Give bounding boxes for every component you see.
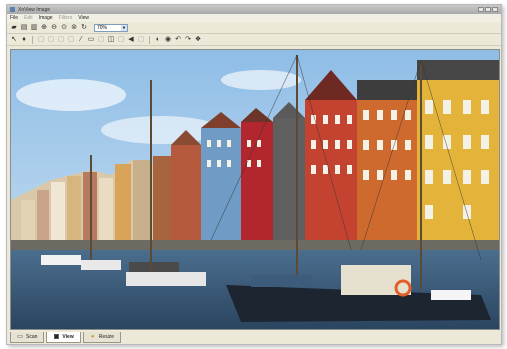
- tool-icon-a[interactable]: ▢: [37, 36, 45, 44]
- effects-icon[interactable]: ❖: [194, 36, 202, 44]
- close-button[interactable]: [492, 7, 498, 12]
- menu-view[interactable]: View: [78, 15, 89, 21]
- zoom-actual-icon[interactable]: ⊚: [70, 24, 78, 32]
- harbor-photo: [11, 50, 499, 329]
- tool-icon-b[interactable]: ▢: [47, 36, 55, 44]
- rotate-icon[interactable]: ↻: [80, 24, 88, 32]
- main-toolbar: ▰ ▤ ▥ ⊕ ⊖ ⊙ ⊚ ↻ 70% ▼: [7, 22, 501, 34]
- pin-icon[interactable]: ♦: [20, 36, 28, 44]
- menu-edit[interactable]: Edit: [24, 15, 33, 21]
- line-icon[interactable]: ⁄: [77, 36, 85, 44]
- text-icon[interactable]: ◫: [107, 36, 115, 44]
- toolbar-separator: [32, 35, 33, 44]
- open-icon[interactable]: ▰: [10, 24, 18, 32]
- tools-toolbar: ↖ ♦ ▢ ▢ ▢ ▢ ⁄ ▭ ▢ ◫ ▢ ◀ ▢ ◐ ◉ ↶ ↷ ❖: [7, 34, 501, 46]
- zoom-fit-icon[interactable]: ⊙: [60, 24, 68, 32]
- tab-label: Scan: [26, 334, 38, 340]
- minimize-button[interactable]: [478, 7, 484, 12]
- tool-icon-f[interactable]: ▢: [117, 36, 125, 44]
- pointer-icon[interactable]: ↖: [10, 36, 18, 44]
- redo-icon[interactable]: ↷: [184, 36, 192, 44]
- zoom-out-icon[interactable]: ⊖: [50, 24, 58, 32]
- scan-icon: ▭: [17, 334, 23, 340]
- crop-icon[interactable]: ▭: [87, 36, 95, 44]
- arrow-left-icon[interactable]: ◀: [127, 36, 135, 44]
- menu-file[interactable]: File: [10, 15, 18, 21]
- zoom-in-icon[interactable]: ⊕: [40, 24, 48, 32]
- print-icon[interactable]: ▥: [30, 24, 38, 32]
- zoom-dropdown[interactable]: 70% ▼: [94, 23, 128, 32]
- title-bar: XnView Image: [7, 5, 501, 14]
- view-icon: ▣: [53, 334, 60, 340]
- window-controls: [478, 7, 498, 12]
- tab-label: View: [62, 334, 74, 340]
- menu-image[interactable]: Image: [39, 15, 53, 21]
- chevron-down-icon: ▼: [121, 24, 127, 31]
- tool-icon-g[interactable]: ▢: [137, 36, 145, 44]
- app-window: XnView Image File Edit Image Filters Vie…: [6, 4, 502, 345]
- image-viewport[interactable]: [10, 49, 500, 330]
- menu-filters[interactable]: Filters: [59, 15, 73, 21]
- undo-icon[interactable]: ↶: [174, 36, 182, 44]
- adjust-icon[interactable]: ◐: [154, 36, 162, 44]
- bottom-tabs: ▭ Scan ▣ View ● Resize: [10, 332, 500, 344]
- color-icon[interactable]: ◉: [164, 36, 172, 44]
- maximize-button[interactable]: [485, 7, 491, 12]
- tab-scan[interactable]: ▭ Scan: [10, 332, 45, 343]
- zoom-value: 70%: [97, 24, 108, 31]
- save-icon[interactable]: ▤: [20, 24, 28, 32]
- window-title: XnView Image: [18, 6, 51, 13]
- menu-bar: File Edit Image Filters View: [7, 14, 501, 22]
- toolbar-separator: [149, 35, 150, 44]
- tab-resize[interactable]: ● Resize: [82, 332, 122, 343]
- tool-icon-e[interactable]: ▢: [97, 36, 105, 44]
- tab-view[interactable]: ▣ View: [46, 332, 81, 343]
- tool-icon-d[interactable]: ▢: [67, 36, 75, 44]
- app-icon: [10, 7, 15, 12]
- resize-icon: ●: [90, 334, 95, 340]
- tab-label: Resize: [98, 334, 115, 340]
- tool-icon-c[interactable]: ▢: [57, 36, 65, 44]
